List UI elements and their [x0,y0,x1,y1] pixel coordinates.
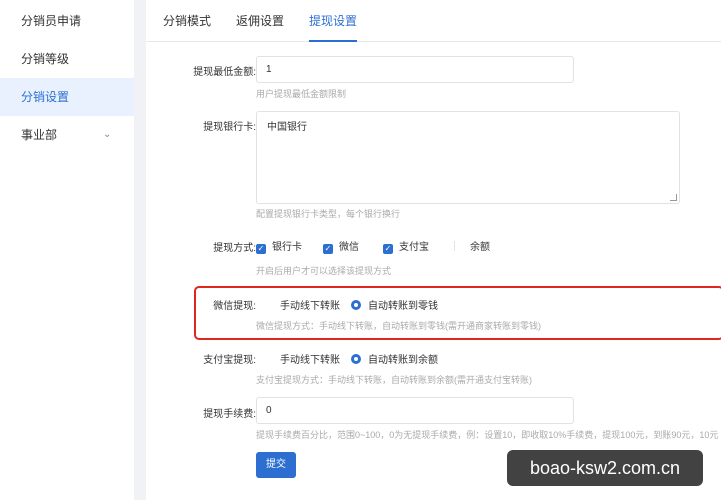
bank-card-textarea[interactable]: 中国银行 [256,111,680,204]
fee-label: 提现手续费: [203,409,256,420]
min-amount-input[interactable]: 1 [256,56,574,83]
option-label: 手动线下转账 [280,355,340,366]
watermark: boao-ksw2.com.cn [507,450,703,486]
min-amount-hint: 用户提现最低金额限制 [256,89,347,99]
wechat-auto-radio[interactable]: 自动转账到零钱 [351,297,438,312]
alipay-auto-radio[interactable]: 自动转账到余额 [351,351,438,366]
method-wechat-checkbox[interactable]: ✓ 微信 [323,238,359,254]
sidebar-item-distributor-apply[interactable]: 分销员申请 [0,2,134,40]
tab-label: 返佣设置 [236,14,285,28]
methods-label: 提现方式: [213,243,256,254]
option-label: 余额 [470,242,490,253]
fee-value: 0 [266,405,272,416]
check-icon: ✓ [383,244,393,254]
radio-on-icon [351,354,361,364]
sidebar-item-business-division[interactable]: 事业部 ⌄ [0,116,134,154]
tab-commission-settings[interactable]: 返佣设置 [236,0,284,42]
min-amount-label: 提现最低金额: [193,67,256,78]
fee-input[interactable]: 0 [256,397,574,424]
resize-handle-icon[interactable] [670,194,677,201]
check-icon: ✓ [323,244,333,254]
radio-off-icon [263,354,273,364]
bank-card-hint: 配置提现银行卡类型，每个银行换行 [256,209,401,219]
option-label: 银行卡 [272,242,302,253]
radio-off-icon [263,300,273,310]
radio-on-icon [351,300,361,310]
method-alipay-checkbox[interactable]: ✓ 支付宝 [383,238,429,254]
submit-button[interactable]: 提交 [256,452,296,478]
bank-card-label: 提现银行卡: [203,122,256,133]
fee-hint: 提现手续费百分比，范围0~100，0为无提现手续费，例：设置10，即收取10%手… [256,430,719,440]
sidebar: 分销员申请 分销等级 分销设置 事业部 ⌄ [0,0,134,500]
method-balance-checkbox[interactable]: 余额 [454,238,490,253]
bank-card-value: 中国银行 [267,122,307,133]
alipay-withdraw-label: 支付宝提现: [203,355,256,366]
tab-bar: 分销模式 返佣设置 提现设置 [146,0,721,42]
checkbox-empty-icon [454,241,464,251]
tab-label: 分销模式 [163,14,212,28]
option-label: 手动线下转账 [280,301,340,312]
option-label: 自动转账到余额 [368,355,438,366]
sidebar-item-label: 分销设置 [21,90,70,104]
wechat-withdraw-hint: 微信提现方式：手动线下转账，自动转账到零钱(需开通商家转账到零钱) [256,321,541,331]
sidebar-item-distribution-level[interactable]: 分销等级 [0,40,134,78]
main-panel: 分销模式 返佣设置 提现设置 提现最低金额: 1 用户提现最低金额限制 提现银行… [146,0,721,500]
chevron-down-icon: ⌄ [103,129,112,140]
tab-withdraw-settings[interactable]: 提现设置 [309,0,358,42]
sidebar-item-label: 分销等级 [21,52,70,66]
tab-label: 提现设置 [309,14,358,28]
wechat-manual-radio[interactable]: 手动线下转账 [263,297,340,312]
tab-distribution-mode[interactable]: 分销模式 [163,0,211,42]
method-bank-card-checkbox[interactable]: ✓ 银行卡 [256,238,302,254]
sidebar-item-label: 事业部 [21,128,58,142]
option-label: 支付宝 [399,242,429,253]
alipay-manual-radio[interactable]: 手动线下转账 [263,351,340,366]
option-label: 微信 [339,242,359,253]
option-label: 自动转账到零钱 [368,301,438,312]
wechat-withdraw-label: 微信提现: [213,301,256,312]
methods-hint: 开启后用户才可以选择该提现方式 [256,266,392,276]
sidebar-item-label: 分销员申请 [21,14,82,28]
check-icon: ✓ [256,244,266,254]
sidebar-item-distribution-settings[interactable]: 分销设置 [0,78,134,116]
alipay-withdraw-hint: 支付宝提现方式：手动线下转账，自动转账到余额(需开通支付宝转账) [256,375,532,385]
min-amount-value: 1 [266,64,272,75]
